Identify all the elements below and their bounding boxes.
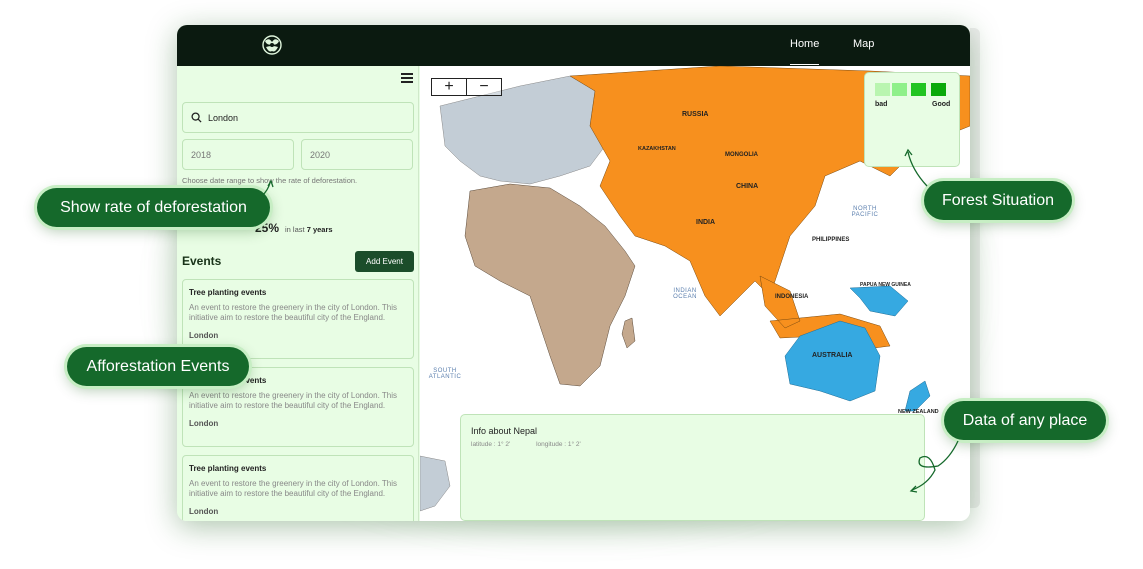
arrow-paths bbox=[261, 148, 959, 493]
arrow-forest-icon bbox=[907, 151, 928, 187]
showcase-stage: Home Map 2018 2020 Choose date range to … bbox=[0, 0, 1143, 569]
callout-arrows bbox=[261, 148, 959, 493]
arrow-place-icon bbox=[911, 440, 959, 491]
